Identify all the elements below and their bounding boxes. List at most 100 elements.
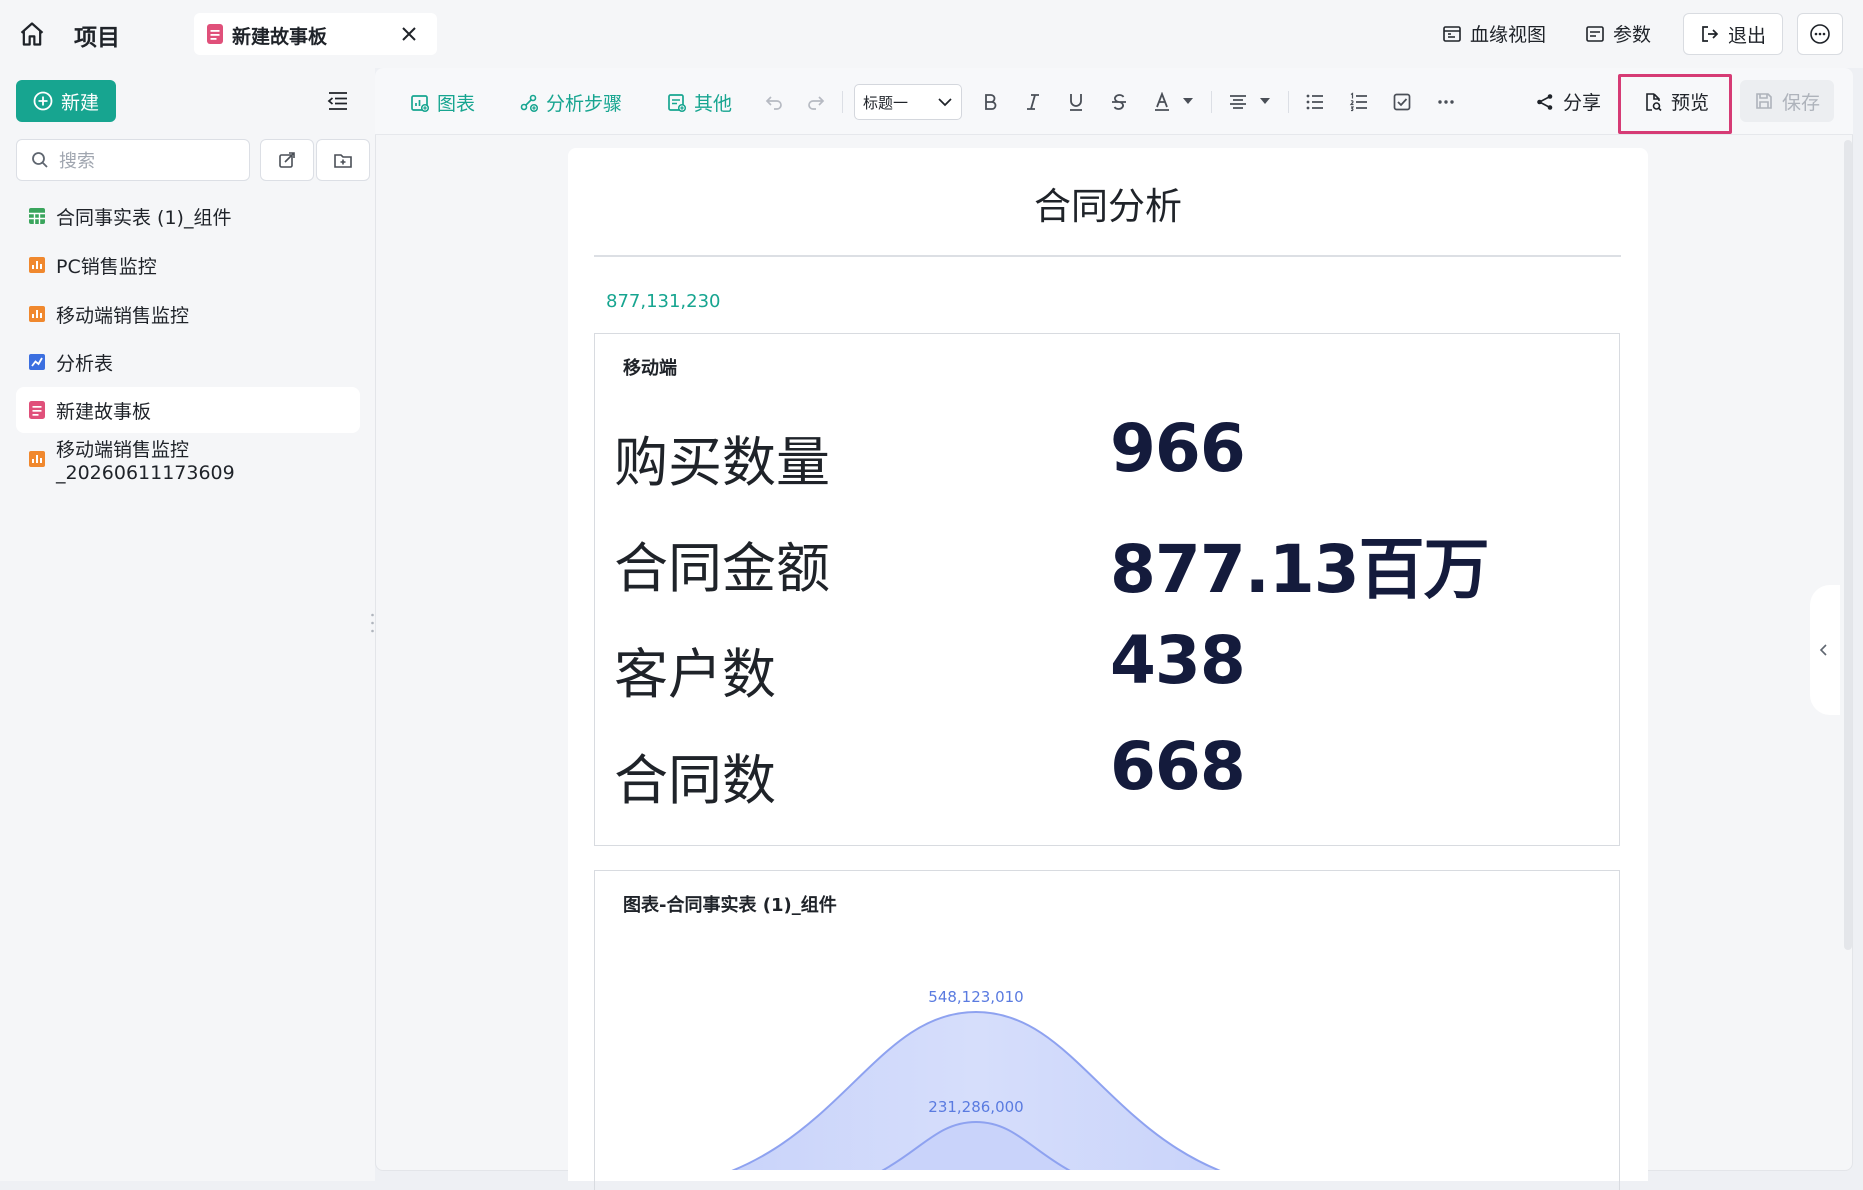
sidebar-item-storyboard[interactable]: 新建故事板: [16, 387, 360, 433]
bullet-list-icon[interactable]: [1300, 87, 1330, 117]
new-folder-button[interactable]: [316, 139, 370, 181]
params-label: 参数: [1613, 24, 1652, 46]
other-icon: [667, 93, 687, 113]
params-icon: [1585, 24, 1605, 44]
caret-down-icon[interactable]: [1259, 97, 1271, 105]
right-panel-toggle[interactable]: [1810, 585, 1840, 715]
chart-icon: [410, 93, 430, 113]
lineage-icon: [1442, 24, 1462, 44]
chart-svg: 548,123,010 231,286,000: [731, 988, 1221, 1170]
sidebar-item-label: 分析表: [56, 352, 114, 375]
more-button[interactable]: [1797, 13, 1843, 55]
title-divider: [594, 255, 1621, 257]
italic-icon[interactable]: [1018, 87, 1048, 117]
new-button[interactable]: 新建: [16, 80, 116, 122]
undo-icon[interactable]: [759, 87, 789, 117]
preview-button[interactable]: 预览: [1643, 88, 1709, 115]
save-icon: [1754, 91, 1774, 111]
caret-down-icon[interactable]: [1182, 97, 1194, 105]
chevron-left-icon: [1819, 643, 1829, 657]
folder-plus-icon: [333, 150, 353, 170]
external-link-icon: [277, 150, 297, 170]
preview-label: 预览: [1671, 92, 1710, 114]
search-box[interactable]: 搜索: [16, 139, 250, 181]
dashboard-icon: [28, 256, 46, 274]
underline-icon[interactable]: [1061, 87, 1091, 117]
font-color-icon[interactable]: [1147, 87, 1177, 117]
save-button[interactable]: 保存: [1740, 80, 1834, 122]
toolbar-divider: [1288, 91, 1289, 113]
storyboard-icon: [206, 23, 224, 45]
kpi-value: 438: [1110, 622, 1246, 699]
lineage-label: 血缘视图: [1470, 24, 1547, 46]
heading-select-value: 标题一: [863, 94, 909, 112]
logout-icon: [1700, 24, 1720, 44]
data-label: 231,286,000: [928, 1098, 1023, 1116]
sidebar-item-label: 合同事实表 (1)_组件: [56, 206, 232, 229]
analysis-icon: [28, 353, 46, 371]
kpi-label: 购买数量: [614, 431, 830, 494]
table-icon: [28, 207, 46, 225]
preview-icon: [1643, 92, 1663, 112]
tab-storyboard[interactable]: 新建故事板: [194, 13, 437, 55]
toolbar-divider: [1211, 91, 1212, 113]
bold-icon[interactable]: [975, 87, 1005, 117]
search-icon: [31, 151, 49, 169]
collapse-sidebar-icon[interactable]: [326, 90, 350, 112]
kpi-label: 合同金额: [614, 537, 830, 600]
more-circle-icon: [1809, 23, 1831, 45]
close-icon[interactable]: [400, 25, 418, 43]
more-horizontal-icon[interactable]: [1431, 87, 1461, 117]
insert-other-button[interactable]: 其他: [667, 89, 732, 116]
new-label: 新建: [60, 91, 99, 114]
sidebar-item-pc-sales[interactable]: PC销售监控: [16, 242, 360, 288]
kpi-card-title: 移动端: [623, 358, 677, 379]
top-value-text[interactable]: 877,131,230: [606, 291, 721, 312]
checklist-icon[interactable]: [1387, 87, 1417, 117]
chart-label: 图表: [437, 93, 476, 115]
share-icon: [1535, 92, 1555, 112]
home-icon[interactable]: [18, 20, 46, 48]
search-input: 搜索: [59, 151, 95, 172]
scrollbar[interactable]: [1844, 140, 1852, 950]
share-label: 分享: [1563, 92, 1602, 114]
page-title[interactable]: 合同分析: [568, 176, 1648, 230]
kpi-value: 668: [1110, 728, 1246, 805]
other-label: 其他: [694, 93, 733, 115]
redo-icon[interactable]: [801, 87, 831, 117]
kpi-value: 966: [1110, 410, 1246, 487]
project-title: 项目: [74, 25, 120, 51]
save-label: 保存: [1781, 91, 1820, 114]
insert-chart-button[interactable]: 图表: [410, 89, 475, 116]
sidebar-item-label: 移动端销售监控: [56, 304, 190, 327]
sidebar-item-label: 移动端销售监控_20260611173609: [56, 438, 235, 484]
sidebar-item-contract-table[interactable]: 合同事实表 (1)_组件: [16, 193, 360, 239]
logout-button[interactable]: 退出: [1683, 13, 1783, 55]
open-external-button[interactable]: [260, 139, 314, 181]
kpi-label: 合同数: [614, 749, 776, 812]
kpi-value: 877.13百万: [1110, 531, 1490, 608]
analysis-steps-button[interactable]: 分析步骤: [519, 89, 622, 116]
sidebar-item-label: 新建故事板: [56, 400, 152, 423]
analysis-steps-label: 分析步骤: [546, 93, 623, 115]
lineage-view-button[interactable]: 血缘视图: [1442, 20, 1546, 47]
sidebar-item-mobile-sales-copy[interactable]: 移动端销售监控_20260611173609: [16, 436, 360, 484]
data-label: 548,123,010: [928, 988, 1023, 1006]
kpi-label: 客户数: [614, 643, 776, 706]
sidebar-item-label: PC销售监控: [56, 255, 157, 278]
logout-label: 退出: [1727, 24, 1766, 47]
sidebar-item-analysis[interactable]: 分析表: [16, 339, 360, 385]
share-button[interactable]: 分享: [1535, 88, 1601, 115]
align-center-icon[interactable]: [1223, 87, 1253, 117]
numbered-list-icon[interactable]: [1344, 87, 1374, 117]
dashboard-icon: [28, 450, 46, 468]
sidebar-item-mobile-sales[interactable]: 移动端销售监控: [16, 291, 360, 337]
heading-style-select[interactable]: 标题一: [854, 84, 962, 120]
strikethrough-icon[interactable]: [1104, 87, 1134, 117]
toolbar-divider: [842, 91, 843, 113]
chevron-down-icon: [937, 95, 953, 109]
analysis-steps-icon: [519, 93, 539, 113]
params-button[interactable]: 参数: [1585, 20, 1651, 47]
tab-label: 新建故事板: [232, 26, 328, 48]
storyboard-icon: [28, 400, 46, 420]
